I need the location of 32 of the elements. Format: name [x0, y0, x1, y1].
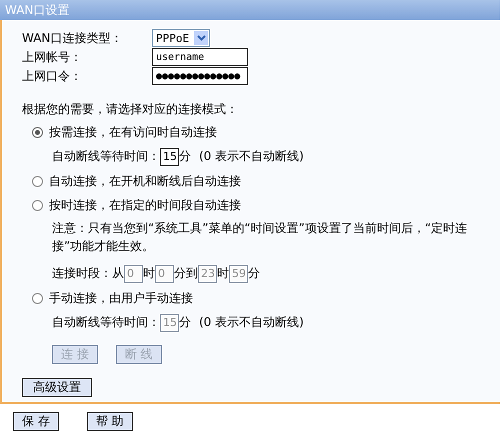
field-label: 上网帐号：: [22, 48, 83, 66]
field-label: 分: [248, 265, 260, 282]
footer-button[interactable]: 帮 助: [86, 412, 133, 431]
field-label: (0 表示不自动断线): [199, 148, 304, 165]
advanced-settings-button[interactable]: 高级设置: [22, 378, 92, 397]
field-label: 分: [179, 148, 191, 165]
field-label: 自动断线等待时间：: [52, 314, 160, 331]
connection-type-dropdown[interactable]: PPPoE: [152, 29, 210, 47]
footer-button[interactable]: 保 存: [13, 412, 59, 431]
field-label: (0 表示不自动断线): [199, 314, 304, 331]
option-label: 自动连接，在开机和断线后自动连接: [49, 172, 241, 190]
radio-button[interactable]: [32, 292, 43, 304]
radio-button[interactable]: [32, 176, 43, 186]
field-label: 自动断线等待时间：: [52, 148, 160, 165]
field-label: 上网口令：: [22, 68, 83, 84]
option-label: 按时连接，在指定的时间段自动连接: [49, 196, 241, 214]
radio-button[interactable]: [32, 200, 43, 210]
radio-button[interactable]: [32, 126, 43, 138]
option-label: 手动连接，由用户手动连接: [49, 290, 193, 306]
field-label: 分到: [174, 265, 198, 282]
field-label: 连接时段：从: [52, 265, 124, 282]
window-title: WAN口设置: [0, 0, 500, 20]
field-label: 分: [179, 314, 191, 331]
field-label: 时: [217, 265, 229, 282]
input-field[interactable]: 15: [160, 148, 179, 166]
instruction-text: 根据您的需要，请选择对应的连接模式：: [22, 101, 239, 118]
input-field[interactable]: username: [152, 48, 248, 66]
field-label: 时: [143, 265, 155, 282]
note-text: 注意：只有当您到“系统工具”菜单的“时间设置”项设置了当前时间后，“定时连接”功能才能生效。: [51, 220, 468, 255]
option-label: 按需连接，在有访问时自动连接: [49, 124, 217, 140]
input-field[interactable]: ●●●●●●●●●●●●●●: [152, 67, 248, 85]
field-label: WAN口连接类型：: [22, 30, 124, 46]
